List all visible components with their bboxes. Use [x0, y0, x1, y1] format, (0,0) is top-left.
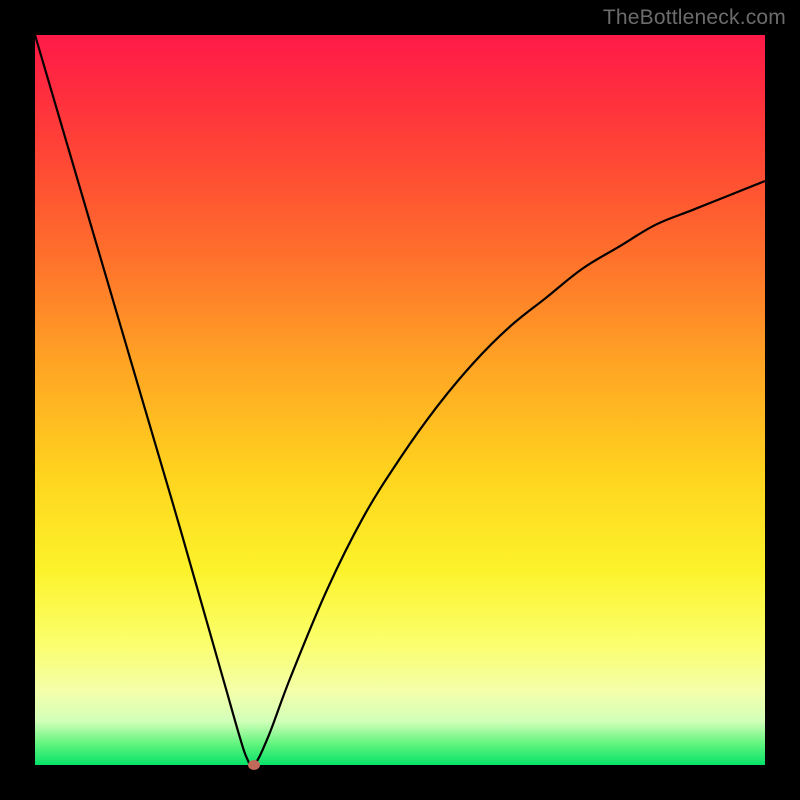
chart-frame: TheBottleneck.com: [0, 0, 800, 800]
bottleneck-curve: [35, 35, 765, 765]
watermark-text: TheBottleneck.com: [603, 6, 786, 30]
plot-area: [35, 35, 765, 765]
curve-svg: [35, 35, 765, 765]
marker-dot: [248, 760, 260, 770]
